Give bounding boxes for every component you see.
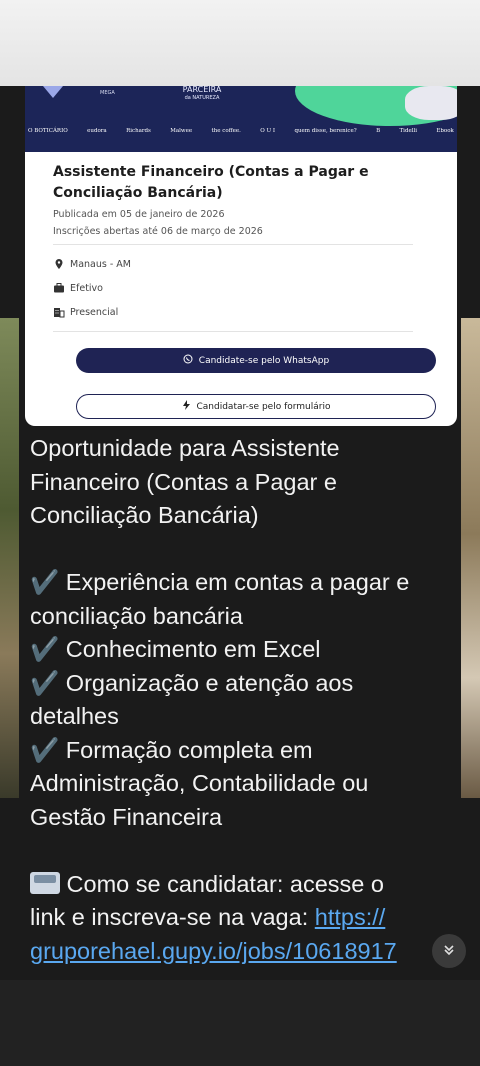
banner-partner-title: PARCEIRA da NATUREZA: [181, 86, 223, 102]
briefcase-icon: [53, 282, 65, 294]
apply-instruction: Como se candidatar: acesse o: [60, 870, 384, 897]
brand-logo: B: [376, 128, 381, 134]
apply-form-label: Candidatar-se pelo formulário: [196, 401, 331, 412]
bolt-icon: [182, 400, 191, 413]
job-location: Manaus - AM: [53, 257, 131, 271]
banner-partner-line: PARCEIRA: [182, 86, 222, 94]
apply-whatsapp-button[interactable]: Candidate-se pelo WhatsApp: [76, 348, 436, 373]
requirement-line: Administração, Contabilidade ou: [30, 770, 369, 796]
requirement-line: ✔️ Formação completa em: [30, 736, 313, 763]
apply-form-button[interactable]: Candidatar-se pelo formulário: [76, 394, 436, 419]
message-line: Financeiro (Contas a Pagar e: [30, 468, 337, 495]
job-screenshot-card: MEGA PARCEIRA da NATUREZA O BOTICÁRIO eu…: [25, 86, 457, 426]
job-link[interactable]: https://: [315, 904, 386, 930]
requirement-line: detalhes: [30, 703, 119, 729]
apply-whatsapp-label: Candidate-se pelo WhatsApp: [198, 355, 330, 366]
status-area: [0, 0, 480, 86]
job-contract: Efetivo: [53, 281, 103, 295]
job-link-continued[interactable]: gruporehael.gupy.io/jobs/10618917: [30, 938, 397, 964]
whatsapp-icon: [183, 354, 193, 367]
divider: [53, 244, 413, 245]
message-text: Oportunidade para Assistente Financeiro …: [30, 432, 450, 968]
apply-line: gruporehael.gupy.io/jobs/10618917: [30, 935, 450, 969]
map-pin-icon: [53, 258, 65, 270]
chevron-double-down-icon: [442, 942, 456, 961]
apply-line: link e inscreva-se na vaga: https://: [30, 901, 450, 935]
bottom-area: [0, 980, 480, 1066]
banner-shape-light: [405, 86, 457, 120]
brand-logo: eudora: [87, 128, 107, 134]
requirement-line: conciliação bancária: [30, 602, 243, 629]
application-deadline: Inscrições abertas até 06 de março de 20…: [53, 226, 263, 237]
brand-logos: O BOTICÁRIO eudora Richards Malwee the c…: [25, 124, 457, 138]
brand-logo: quem disse, berenice?: [294, 128, 357, 134]
published-date: Publicada em 05 de janeiro de 2026: [53, 209, 225, 220]
company-banner: MEGA PARCEIRA da NATUREZA O BOTICÁRIO eu…: [25, 86, 457, 152]
location-text: Manaus - AM: [70, 258, 131, 270]
banner-small-text: MEGA: [100, 90, 115, 96]
requirement-line: ✔️ Organização e atenção aos: [30, 669, 354, 696]
brand-logo: O U I: [260, 128, 276, 134]
brand-logo: Tidelli: [399, 128, 417, 134]
job-title: Assistente Financeiro (Contas a Pagar e …: [53, 164, 369, 201]
apply-instruction-2: link e inscreva-se na vaga:: [30, 904, 315, 930]
banner-partner-sub: da NATUREZA: [184, 95, 220, 101]
brand-logo: Ebook: [436, 128, 454, 134]
work-mode-text: Presencial: [70, 306, 119, 318]
building-icon: [53, 306, 65, 318]
brand-logo: the coffee.: [211, 128, 241, 134]
message-line: Conciliação Bancária): [30, 502, 259, 528]
brand-logo: Malwee: [170, 128, 193, 134]
message-bubble: Oportunidade para Assistente Financeiro …: [19, 426, 461, 980]
requirement-line: ✔️ Conhecimento em Excel: [30, 636, 321, 662]
brand-logo: O BOTICÁRIO: [28, 128, 68, 134]
requirement-line: ✔️ Experiência em contas a pagar e: [30, 569, 410, 595]
inbox-tray-icon: [30, 871, 60, 894]
contract-text: Efetivo: [70, 282, 103, 294]
job-work-mode: Presencial: [53, 305, 118, 319]
video-background-right: [461, 318, 480, 798]
message-line: Oportunidade para Assistente: [30, 435, 340, 461]
brand-logo: Richards: [126, 128, 151, 134]
scroll-down-button[interactable]: [432, 934, 466, 968]
company-logo-icon: [43, 86, 63, 98]
video-background-left: [0, 318, 19, 798]
divider: [53, 331, 413, 332]
apply-line: Como se candidatar: acesse o: [30, 868, 450, 902]
requirement-line: Gestão Financeira: [30, 803, 223, 830]
